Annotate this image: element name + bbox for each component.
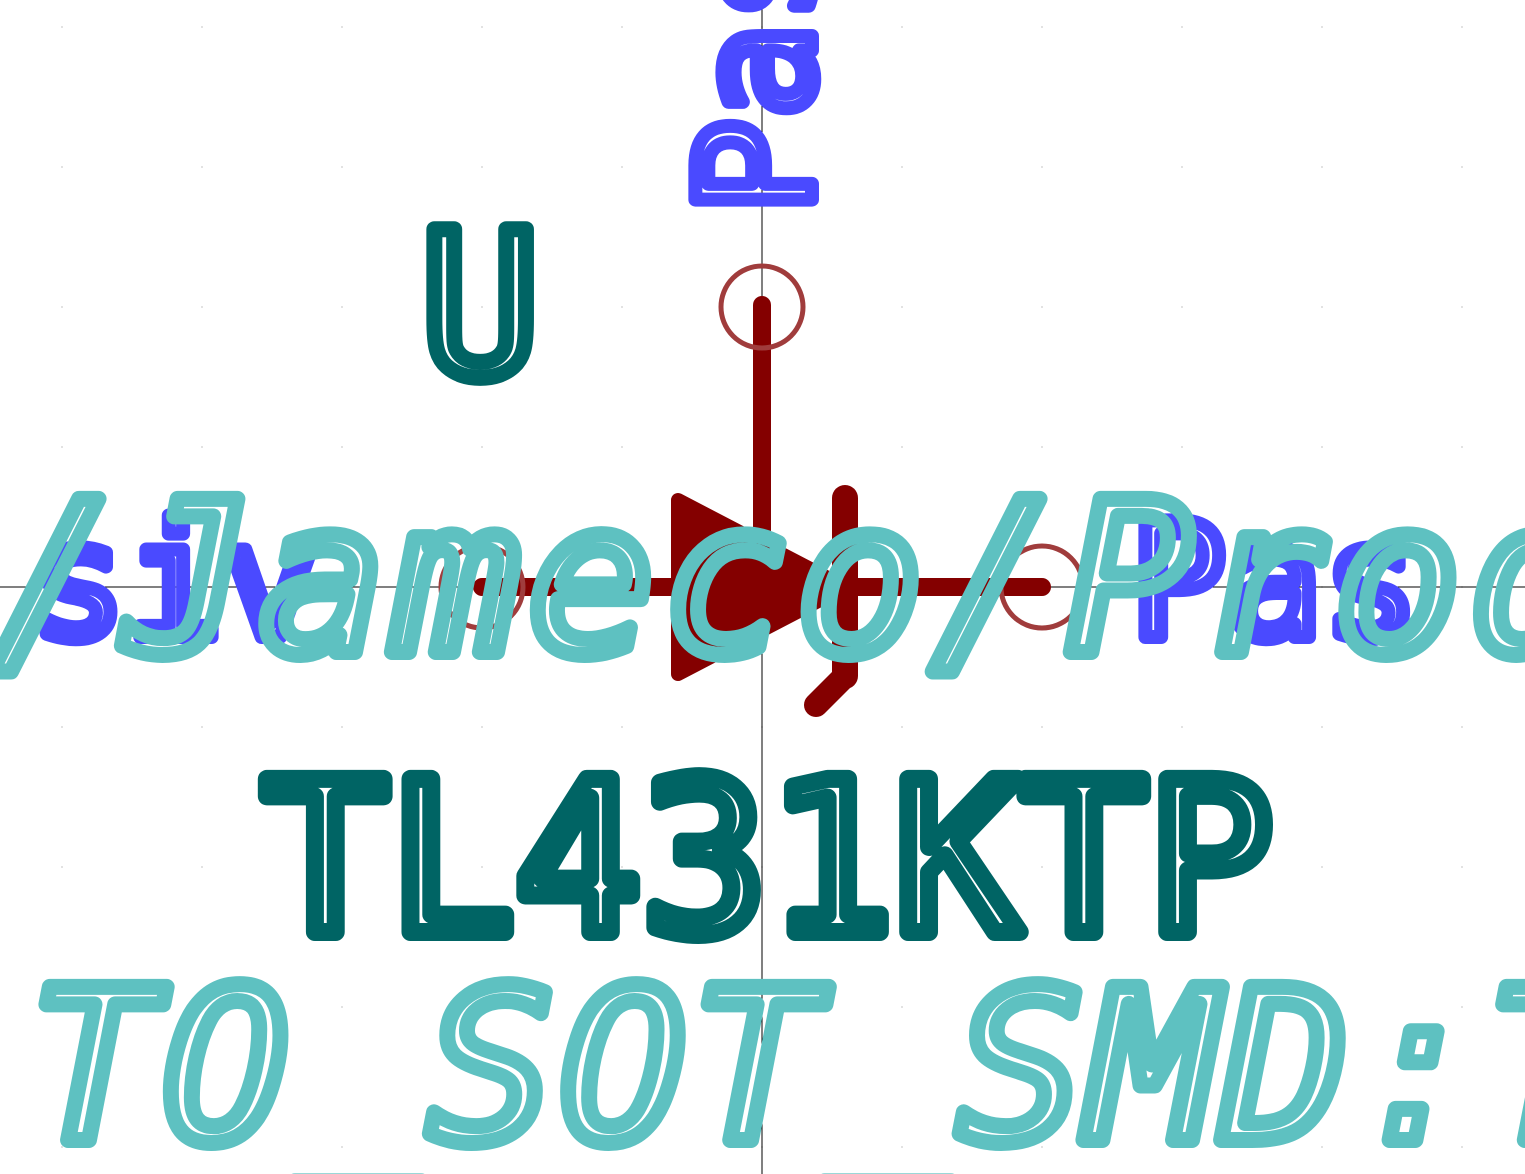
grid-dot	[1321, 866, 1323, 868]
grid-dot	[621, 306, 623, 308]
grid-dot	[621, 26, 623, 28]
grid-dot	[621, 166, 623, 168]
grid-dot	[61, 306, 63, 308]
grid-dot	[61, 726, 63, 728]
grid-dot	[61, 26, 63, 28]
grid-dot	[1461, 306, 1463, 308]
grid-dot	[1041, 446, 1043, 448]
grid-dot	[1181, 446, 1183, 448]
grid-dot	[621, 726, 623, 728]
grid-dot	[1321, 726, 1323, 728]
grid-dot	[1181, 726, 1183, 728]
grid-dot	[201, 866, 203, 868]
grid-dot	[201, 26, 203, 28]
grid-dot	[1321, 306, 1323, 308]
reference-designator[interactable]: U	[412, 182, 548, 431]
grid-dot	[1041, 726, 1043, 728]
grid-dot	[201, 446, 203, 448]
grid-dot	[901, 306, 903, 308]
grid-dot	[1461, 446, 1463, 448]
grid-dot	[1181, 26, 1183, 28]
grid-dot	[901, 726, 903, 728]
grid-dot	[481, 166, 483, 168]
grid-dot	[61, 446, 63, 448]
grid-dot	[341, 26, 343, 28]
grid-dot	[341, 306, 343, 308]
grid-dot	[481, 26, 483, 28]
grid-dot	[341, 446, 343, 448]
grid-dot	[1461, 866, 1463, 868]
grid-dot	[1041, 306, 1043, 308]
grid-dot	[61, 866, 63, 868]
grid-dot	[1321, 446, 1323, 448]
grid-dot	[61, 166, 63, 168]
grid-dot	[481, 726, 483, 728]
grid-dot	[1041, 166, 1043, 168]
datasheet-field[interactable]: /Jameco/Prodi	[0, 449, 1525, 710]
footprint-field[interactable]: TO_SOT_SMD:TO	[22, 937, 1525, 1174]
grid-dot	[1041, 26, 1043, 28]
grid-dot	[621, 446, 623, 448]
grid-dot	[341, 166, 343, 168]
grid-dot	[201, 726, 203, 728]
pin-name-top: Pas	[663, 0, 850, 215]
grid-dot	[1461, 166, 1463, 168]
grid-dot	[481, 446, 483, 448]
grid-dot	[201, 166, 203, 168]
grid-dot	[901, 446, 903, 448]
grid-dot	[901, 26, 903, 28]
grid-dot	[901, 166, 903, 168]
grid-dot	[341, 726, 343, 728]
grid-dot	[201, 306, 203, 308]
grid-dot	[1181, 306, 1183, 308]
grid-dot	[1181, 166, 1183, 168]
grid-dot	[1461, 26, 1463, 28]
grid-dot	[1321, 26, 1323, 28]
grid-dot	[1321, 166, 1323, 168]
grid-dot	[1461, 726, 1463, 728]
schematic-canvas: Pas siv Pas U /Jameco/Prodi TL431KTP TO_…	[0, 0, 1525, 1174]
